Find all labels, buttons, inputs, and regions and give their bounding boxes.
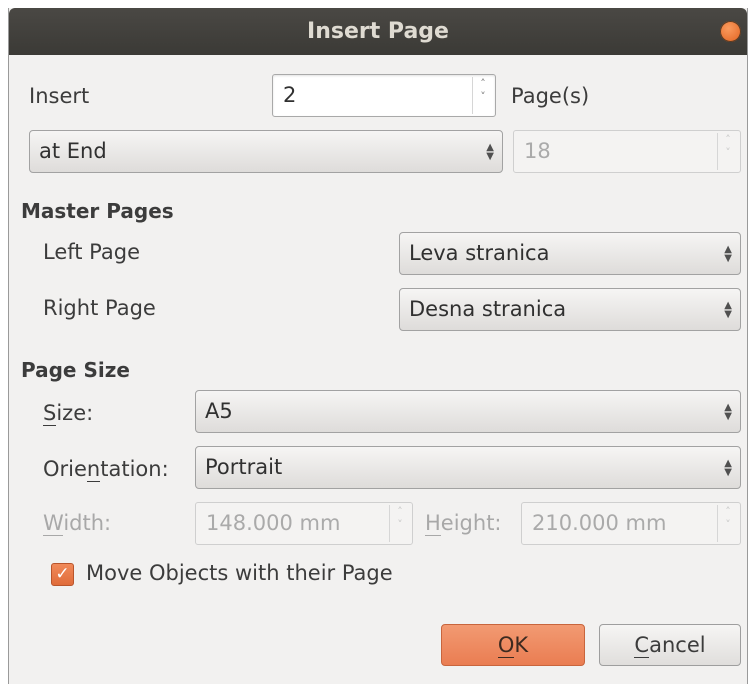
- page-size-heading: Page Size: [21, 358, 130, 382]
- page-count-spinbox[interactable]: 2 ˄ ˅: [272, 74, 496, 117]
- height-label: Height:: [425, 511, 502, 536]
- orientation-label-mnemonic: n: [86, 457, 101, 482]
- size-label: Size:: [43, 401, 94, 426]
- pages-unit-label: Page(s): [511, 84, 590, 108]
- checkmark-icon: ✓: [55, 564, 70, 584]
- down-arrow-icon[interactable]: ˅: [718, 518, 738, 531]
- left-page-value: Leva stranica: [409, 241, 550, 265]
- updown-arrow-icon: ▲ ▼: [724, 243, 732, 264]
- orientation-label-a: Orie: [43, 457, 87, 481]
- height-value: 210.000 mm: [532, 511, 667, 535]
- ok-button[interactable]: OK: [441, 624, 585, 666]
- page-number-spin-buttons[interactable]: ˄ ˅: [717, 133, 738, 170]
- master-pages-heading: Master Pages: [21, 199, 174, 223]
- size-combo[interactable]: A5 ▲ ▼: [195, 390, 741, 433]
- ok-mnemonic: O: [497, 633, 515, 658]
- insert-label: Insert: [29, 84, 90, 108]
- right-page-label: Right Page: [43, 296, 156, 320]
- close-icon[interactable]: [720, 21, 741, 42]
- down-arrow-icon[interactable]: ˅: [718, 146, 738, 159]
- insert-page-dialog: Insert Page Insert 2 ˄ ˅ Page(s) at End …: [8, 8, 748, 684]
- right-page-value: Desna stranica: [409, 297, 567, 321]
- updown-arrow-icon: ▲ ▼: [724, 401, 732, 422]
- dialog-title: Insert Page: [307, 19, 449, 44]
- left-page-combo[interactable]: Leva stranica ▲ ▼: [399, 232, 741, 275]
- orientation-value: Portrait: [205, 455, 283, 479]
- orientation-combo[interactable]: Portrait ▲ ▼: [195, 446, 741, 489]
- page-count-spin-buttons[interactable]: ˄ ˅: [472, 77, 493, 114]
- width-spinbox[interactable]: 148.000 mm ˄ ˅: [195, 502, 413, 545]
- updown-arrow-icon: ▲ ▼: [724, 457, 732, 478]
- width-label-text: idth:: [63, 511, 112, 535]
- height-spin-buttons[interactable]: ˄ ˅: [717, 505, 738, 542]
- orientation-label-b: tation:: [100, 457, 169, 481]
- up-arrow-icon[interactable]: ˄: [390, 505, 410, 518]
- width-value: 148.000 mm: [206, 511, 341, 535]
- width-label-mnemonic: W: [43, 511, 64, 536]
- width-label: Width:: [43, 511, 112, 536]
- title-bar[interactable]: Insert Page: [9, 8, 747, 55]
- height-label-mnemonic: H: [425, 511, 441, 536]
- up-arrow-icon[interactable]: ˄: [473, 77, 493, 90]
- insert-position-combo[interactable]: at End ▲ ▼: [29, 130, 503, 173]
- page-number-value: 18: [524, 139, 551, 163]
- size-label-mnemonic: S: [43, 401, 57, 426]
- updown-arrow-icon: ▲ ▼: [724, 299, 732, 320]
- down-arrow-icon[interactable]: ˅: [390, 518, 410, 531]
- orientation-label: Orientation:: [43, 457, 169, 482]
- right-page-combo[interactable]: Desna stranica ▲ ▼: [399, 288, 741, 331]
- left-page-label: Left Page: [43, 240, 141, 264]
- width-spin-buttons[interactable]: ˄ ˅: [389, 505, 410, 542]
- ok-label: K: [514, 633, 529, 657]
- move-objects-label[interactable]: Move Objects with their Page: [86, 561, 393, 585]
- size-value: A5: [205, 399, 233, 423]
- updown-arrow-icon: ▲ ▼: [486, 141, 494, 162]
- height-spinbox[interactable]: 210.000 mm ˄ ˅: [521, 502, 741, 545]
- move-objects-checkbox[interactable]: ✓: [51, 563, 74, 586]
- page-count-value: 2: [283, 83, 297, 107]
- insert-position-value: at End: [39, 139, 107, 163]
- size-label-text: ize:: [56, 401, 94, 425]
- cancel-mnemonic: C: [634, 633, 650, 658]
- height-label-text: eight:: [440, 511, 502, 535]
- up-arrow-icon[interactable]: ˄: [718, 133, 738, 146]
- up-arrow-icon[interactable]: ˄: [718, 505, 738, 518]
- cancel-label: ancel: [649, 633, 706, 657]
- down-arrow-icon[interactable]: ˅: [473, 90, 493, 103]
- page-number-spinbox[interactable]: 18 ˄ ˅: [513, 130, 741, 173]
- cancel-button[interactable]: Cancel: [599, 624, 741, 666]
